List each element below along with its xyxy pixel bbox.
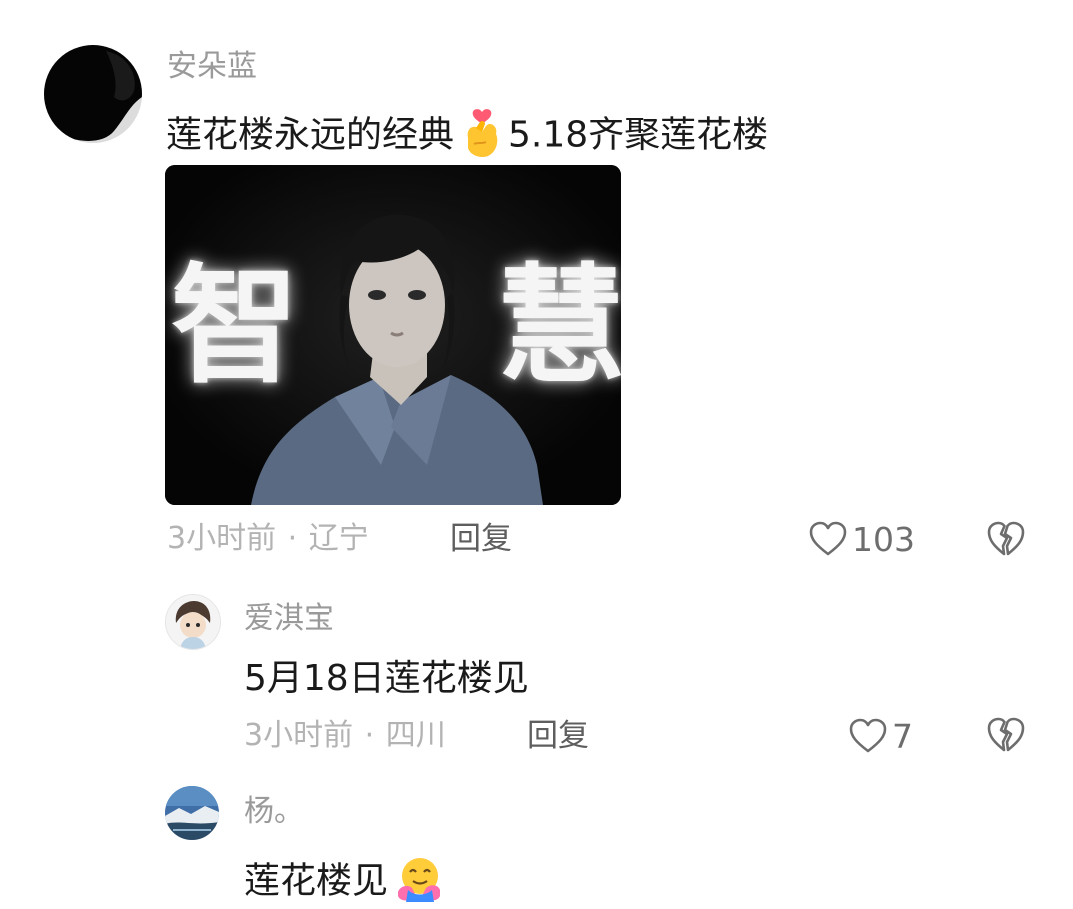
comment-location: 辽宁 (308, 521, 369, 556)
reply-2-text: 莲花楼见 (244, 856, 444, 909)
comment-dislike-button[interactable] (986, 520, 1026, 558)
comment-like-button[interactable]: 103 (808, 521, 915, 557)
reply-2-username[interactable]: 杨。 (244, 797, 304, 827)
comment-meta: 3小时前 · 辽宁 (167, 524, 369, 554)
broken-heart-icon (986, 716, 1026, 754)
reply-1-location: 四川 (385, 718, 446, 753)
heart-outline-icon (808, 521, 848, 557)
reply-1-like-button[interactable]: 7 (848, 718, 913, 754)
comment-time: 3小时前 (167, 521, 277, 556)
comment-image[interactable]: 智 慧 (165, 165, 621, 505)
reply-1-meta: 3小时前 · 四川 (244, 721, 446, 751)
image-overlay-char-right: 慧 (497, 252, 621, 401)
finger-heart-emoji-icon (462, 108, 502, 165)
reply-1-like-count: 7 (892, 716, 913, 756)
comment-text-part2: 5.18齐聚莲花楼 (508, 114, 769, 156)
comment-text: 莲花楼永远的经典 5.18齐聚莲花楼 (166, 108, 768, 165)
meta-separator: · (364, 718, 375, 753)
reply-1-dislike-button[interactable] (986, 716, 1026, 754)
meta-separator: · (287, 521, 298, 556)
comment-like-count: 103 (852, 519, 915, 559)
reply-2-text-body: 莲花楼见 (244, 860, 389, 902)
comment-avatar[interactable] (44, 45, 142, 143)
reply-1-username[interactable]: 爱淇宝 (244, 604, 334, 634)
image-overlay-char-left: 智 (171, 252, 300, 401)
comment-reply-button[interactable]: 回复 (450, 524, 512, 555)
reply-1-text: 5月18日莲花楼见 (244, 658, 529, 699)
reply-1-reply-button[interactable]: 回复 (527, 721, 589, 752)
comment-text-part1: 莲花楼永远的经典 (166, 114, 455, 156)
comment-username[interactable]: 安朵蓝 (167, 52, 257, 82)
reply-1-avatar[interactable] (165, 594, 221, 650)
reply-2-avatar[interactable] (165, 786, 219, 840)
hugging-face-emoji-icon (394, 856, 444, 909)
reply-1-time: 3小时前 (244, 718, 354, 753)
broken-heart-icon (986, 520, 1026, 558)
heart-outline-icon (848, 718, 888, 754)
